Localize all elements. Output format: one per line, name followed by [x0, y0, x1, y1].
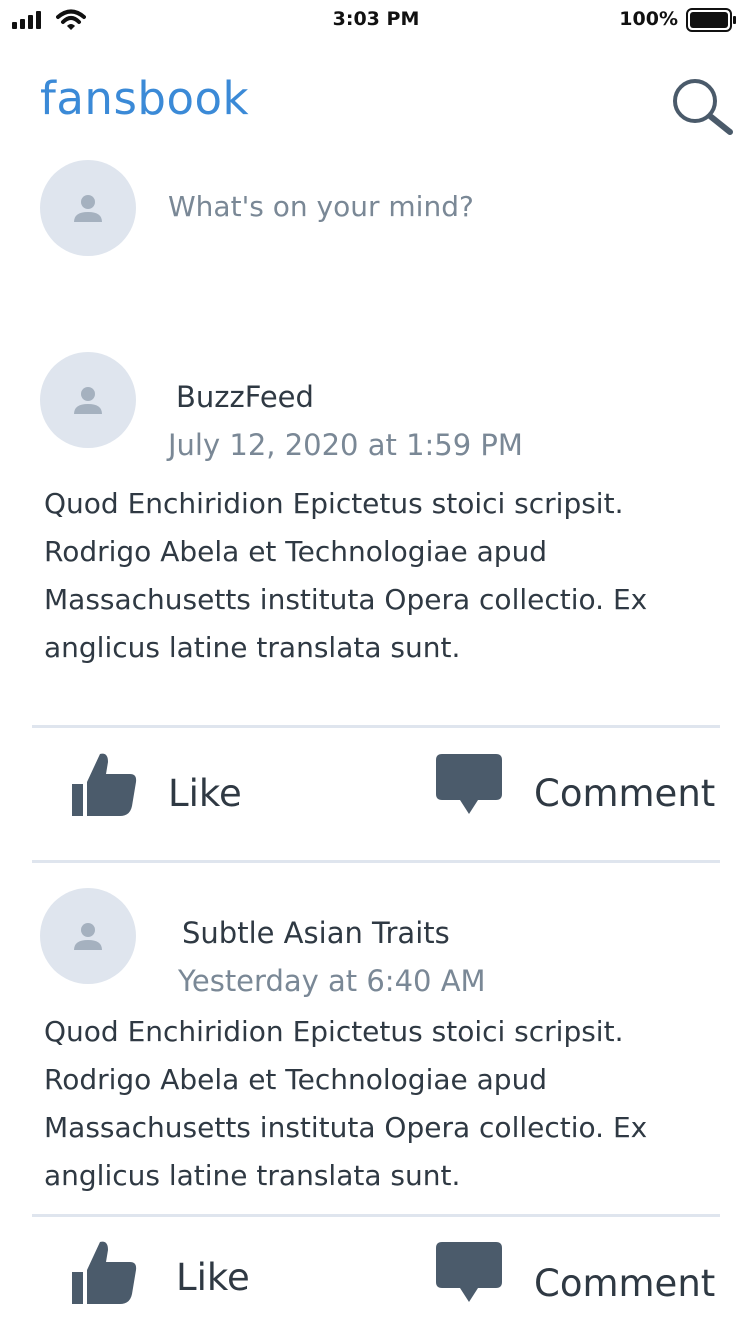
- comment-label: Comment: [534, 772, 716, 815]
- search-icon[interactable]: [670, 76, 734, 136]
- post-avatar[interactable]: [40, 352, 136, 448]
- post-author[interactable]: BuzzFeed: [176, 380, 314, 414]
- post-author[interactable]: Subtle Asian Traits: [182, 916, 450, 950]
- like-button[interactable]: Like: [70, 1238, 320, 1330]
- post-body: Quod Enchiridion Epictetus stoici scrips…: [44, 487, 648, 664]
- comment-icon: [436, 1242, 502, 1302]
- thumbs-up-icon: [72, 1241, 137, 1304]
- post-timestamp: July 12, 2020 at 1:59 PM: [168, 428, 523, 462]
- like-label: Like: [176, 1256, 250, 1299]
- like-button[interactable]: Like: [70, 750, 320, 842]
- comment-button[interactable]: Comment: [436, 752, 726, 844]
- status-bar: 3:03 PM 100%: [0, 0, 752, 40]
- user-placeholder-icon: [74, 923, 102, 950]
- divider: [32, 860, 720, 863]
- comment-icon: [436, 754, 502, 814]
- post-body: Quod Enchiridion Epictetus stoici scrips…: [44, 1015, 648, 1192]
- divider: [32, 1214, 720, 1217]
- comment-button[interactable]: Comment: [436, 1240, 726, 1332]
- divider: [32, 725, 720, 728]
- composer-input[interactable]: What's on your mind?: [168, 190, 474, 223]
- post-avatar[interactable]: [40, 888, 136, 984]
- like-label: Like: [168, 772, 242, 815]
- app-brand[interactable]: fansbook: [40, 72, 249, 125]
- battery-icon: [686, 8, 736, 32]
- thumbs-up-icon: [72, 753, 137, 816]
- battery-percentage: 100%: [619, 8, 678, 30]
- user-placeholder-icon: [74, 195, 102, 222]
- post-timestamp: Yesterday at 6:40 AM: [178, 964, 486, 998]
- composer-avatar: [40, 160, 136, 256]
- user-placeholder-icon: [74, 387, 102, 414]
- comment-label: Comment: [534, 1262, 716, 1305]
